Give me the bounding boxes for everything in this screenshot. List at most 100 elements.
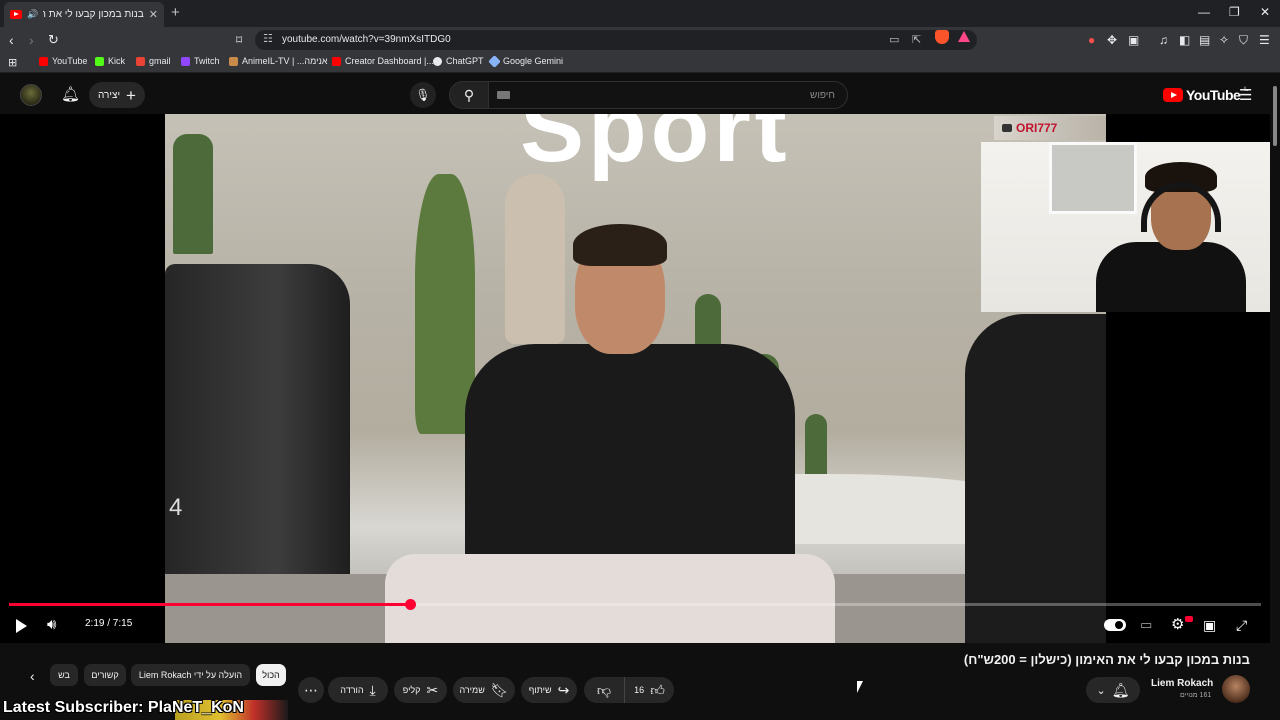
progress-bar[interactable] xyxy=(9,599,1261,610)
back-icon[interactable]: ‹ xyxy=(9,31,14,49)
voice-search-mic-icon[interactable]: 🎙︎ xyxy=(410,82,436,108)
browser-menu-icon[interactable]: ☰ xyxy=(1259,33,1270,47)
fullscreen-icon[interactable]: ⤢ xyxy=(1236,616,1247,634)
chip-all[interactable]: הכול xyxy=(256,664,286,686)
bookmark-gmail[interactable]: gmail xyxy=(136,56,171,66)
webcam-overlay xyxy=(981,142,1270,312)
bookmark-chatgpt[interactable]: ChatGPT xyxy=(433,56,484,66)
reload-icon[interactable]: ↻ xyxy=(48,31,59,49)
chevron-left-icon[interactable]: ‹ xyxy=(30,668,35,684)
bookmark-creator-dashboard[interactable]: Creator Dashboard |... xyxy=(332,56,434,66)
bookmark-page-icon[interactable]: ⌑ xyxy=(236,31,242,49)
minimize-icon[interactable]: — xyxy=(1198,5,1210,19)
video-frame[interactable]: Sport 4 xyxy=(165,114,1106,643)
bookmark-twitch[interactable]: Twitch xyxy=(181,56,220,66)
thumbs-down-icon: 👎︎ xyxy=(596,681,612,698)
notifications-bell-icon[interactable]: 🔔︎ xyxy=(61,85,80,103)
scrollbar-thumb[interactable] xyxy=(1273,86,1277,146)
share-page-icon[interactable]: ⇱ xyxy=(912,33,921,46)
site-info-icon[interactable]: ☷ xyxy=(263,32,273,45)
extensions-icon[interactable]: ✥ xyxy=(1107,33,1117,47)
maximize-icon[interactable]: ❐ xyxy=(1229,5,1240,19)
apps-grid-icon[interactable]: ⊞ xyxy=(8,56,17,69)
guide-menu-icon[interactable]: ☰ xyxy=(1239,86,1252,104)
close-tab-icon[interactable]: ✕ xyxy=(149,8,158,21)
progress-played xyxy=(9,603,410,606)
play-icon[interactable] xyxy=(16,619,27,633)
camera-icon xyxy=(1002,124,1012,132)
screenshot-icon[interactable]: ▣ xyxy=(1128,33,1139,47)
bookmark-label: gmail xyxy=(149,56,171,66)
channel-name[interactable]: Liem Rokach xyxy=(1151,678,1213,689)
chip-partial[interactable]: בש xyxy=(50,664,78,686)
plus-icon: + xyxy=(126,85,136,105)
mouse-cursor-icon xyxy=(857,681,863,693)
background-person xyxy=(505,174,565,344)
forward-icon[interactable]: › xyxy=(29,31,34,49)
brave-shield-icon[interactable] xyxy=(935,30,949,44)
new-tab-icon[interactable]: + xyxy=(171,4,180,21)
tab-title: בנות במכון קבעו לי את האימון xyxy=(43,9,144,20)
share-label: שיתוף xyxy=(528,685,552,695)
youtube-studio-icon xyxy=(332,56,341,66)
bookmark-gemini[interactable]: Google Gemini xyxy=(488,54,563,68)
subtitles-icon[interactable]: ▭ xyxy=(1140,616,1152,634)
search-button[interactable]: ⚲ xyxy=(449,81,489,109)
close-window-icon[interactable]: ✕ xyxy=(1260,5,1270,19)
dislike-button[interactable]: 👎︎ xyxy=(584,677,624,703)
browser-tab[interactable]: 🔊 בנות במכון קבעו לי את האימון ✕ xyxy=(4,2,164,27)
account-avatar[interactable] xyxy=(20,84,42,106)
autoplay-toggle[interactable] xyxy=(1104,619,1126,631)
more-horizontal-icon: ⋯ xyxy=(304,681,318,698)
cast-icon[interactable]: ▭ xyxy=(889,33,899,46)
subscribed-bell-button[interactable]: 🔔︎ ⌄ xyxy=(1086,677,1140,703)
scrubber-handle[interactable] xyxy=(404,599,416,610)
vpn-icon[interactable]: ⛉ xyxy=(1239,33,1248,48)
extension-record-icon[interactable]: ● xyxy=(1088,33,1095,47)
room-window xyxy=(1049,142,1137,214)
bookmark-label: AnimeIL-TV | ...אנימה xyxy=(242,56,328,66)
time-display: 2:19 / 7:15 xyxy=(85,618,133,629)
download-icon: ⤓ xyxy=(369,681,376,698)
gemini-icon xyxy=(488,54,501,68)
save-label: שמירה xyxy=(459,685,485,695)
video-player[interactable]: Sport 4 ORI777 🔊︎ 2:19 / 7:15 ▭ ⚙ ▣ ⤢ xyxy=(0,114,1270,643)
download-button[interactable]: ⤓ הורדה xyxy=(328,677,388,703)
scissors-icon: ✂ xyxy=(426,681,439,698)
settings-gear-icon[interactable]: ⚙ xyxy=(1171,616,1184,634)
theater-mode-icon[interactable]: ▣ xyxy=(1203,616,1216,634)
bookmark-label: ChatGPT xyxy=(446,56,484,66)
like-button[interactable]: 👍︎ 16 xyxy=(624,677,674,703)
youtube-logo[interactable]: YouTube IL xyxy=(1163,87,1248,103)
brave-rewards-icon[interactable] xyxy=(958,31,970,42)
keyboard-icon[interactable] xyxy=(497,91,510,99)
create-button[interactable]: יצירה + xyxy=(89,82,145,108)
sidebar-icon[interactable]: ◧ xyxy=(1179,33,1190,47)
clip-button[interactable]: ✂ קליפ xyxy=(394,677,447,703)
music-icon[interactable]: ♫ xyxy=(1159,33,1168,47)
bookmark-kick[interactable]: Kick xyxy=(95,56,125,66)
more-actions-button[interactable]: ⋯ xyxy=(298,677,324,703)
volume-icon[interactable]: 🔊︎ xyxy=(47,616,56,634)
speaker-icon[interactable]: 🔊 xyxy=(27,9,38,20)
address-bar[interactable]: ☷ youtube.com/watch?v=39nmXsITDG0 ▭ ⇱ xyxy=(255,30,977,50)
wallet-icon[interactable]: ▤ xyxy=(1199,33,1210,47)
save-button[interactable]: 🔖︎ שמירה xyxy=(453,677,515,703)
search-input[interactable] xyxy=(488,81,848,109)
like-count: 16 xyxy=(634,685,645,695)
page-scrollbar[interactable] xyxy=(1270,76,1280,720)
search-icon: ⚲ xyxy=(463,86,475,103)
browser-tab-bar: 🔊 בנות במכון קבעו לי את האימון ✕ + — ❐ ✕ xyxy=(0,0,1280,27)
chip-uploaded-by[interactable]: הועלה על ידי Liem Rokach xyxy=(131,664,250,686)
gym-sign-text: Sport xyxy=(520,114,791,182)
bookmark-youtube[interactable]: YouTube xyxy=(39,56,87,66)
share-button[interactable]: ↪ שיתוף xyxy=(521,677,577,703)
youtube-play-icon xyxy=(1163,88,1183,102)
bookmark-animeil[interactable]: AnimeIL-TV | ...אנימה xyxy=(229,56,328,66)
hd-badge xyxy=(1185,616,1193,622)
leo-ai-icon[interactable]: ✧ xyxy=(1219,33,1229,47)
channel-avatar[interactable] xyxy=(1222,675,1250,703)
chip-related[interactable]: קשורים xyxy=(84,664,126,686)
bookmarks-bar: ⊞ YouTube Kick gmail Twitch AnimeIL-TV |… xyxy=(0,53,1280,73)
plant xyxy=(173,134,213,254)
